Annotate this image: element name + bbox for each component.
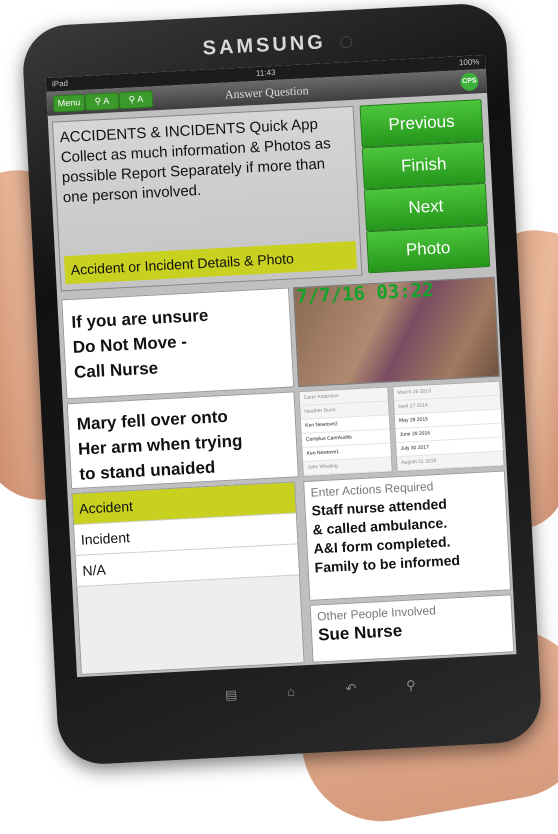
photo-button[interactable]: Photo (366, 225, 491, 274)
advice-box: If you are unsure Do Not Move - Call Nur… (61, 287, 295, 400)
actions-field[interactable]: Enter Actions Required Staff nurse atten… (303, 470, 512, 601)
description-field[interactable]: Mary fell over onto Her arm when trying … (66, 391, 299, 490)
advice-text: If you are unsure Do Not Move - Call Nur… (62, 289, 293, 396)
search-icon[interactable]: ⚲ (396, 677, 427, 695)
photo-timestamp: 7/7/16 03:22 (295, 278, 435, 309)
tablet-device: SAMSUNG iPad 11:43 100% Menu ⚲ A ⚲ A Ans… (20, 1, 544, 767)
incident-type-list: Accident Incident N/A (71, 481, 305, 675)
previous-button[interactable]: Previous (359, 99, 484, 148)
people-field[interactable]: Other People Involved Sue Nurse (309, 594, 515, 663)
finish-button[interactable]: Finish (361, 141, 486, 190)
recent-apps-icon[interactable]: ▤ (216, 686, 247, 704)
home-icon[interactable]: ⌂ (276, 683, 307, 700)
status-battery: 100% (458, 57, 480, 68)
actions-text: Staff nurse attended & called ambulance.… (305, 489, 509, 579)
section-label: Accident or Incident Details & Photo (64, 240, 358, 285)
back-icon[interactable]: ↶ (336, 680, 367, 698)
date-picker[interactable]: March 26 2013 April 27 2014 May 28 2015 … (392, 380, 505, 473)
softkey-bar: ▤ ⌂ ↶ ⚲ (216, 676, 437, 707)
description-text: Mary fell over onto Her arm when trying … (68, 392, 298, 495)
intro-panel: ACCIDENTS & INCIDENTS Quick App Collect … (51, 105, 363, 292)
next-button[interactable]: Next (363, 183, 488, 232)
injury-photo[interactable]: 7/7/16 03:22 (292, 276, 500, 388)
app-screen: iPad 11:43 100% Menu ⚲ A ⚲ A Answer Ques… (45, 54, 517, 678)
name-picker[interactable]: Carer Anderson Heather Dunn Ken Newtove2… (298, 386, 393, 478)
intro-text: ACCIDENTS & INCIDENTS Quick App Collect … (59, 115, 332, 207)
